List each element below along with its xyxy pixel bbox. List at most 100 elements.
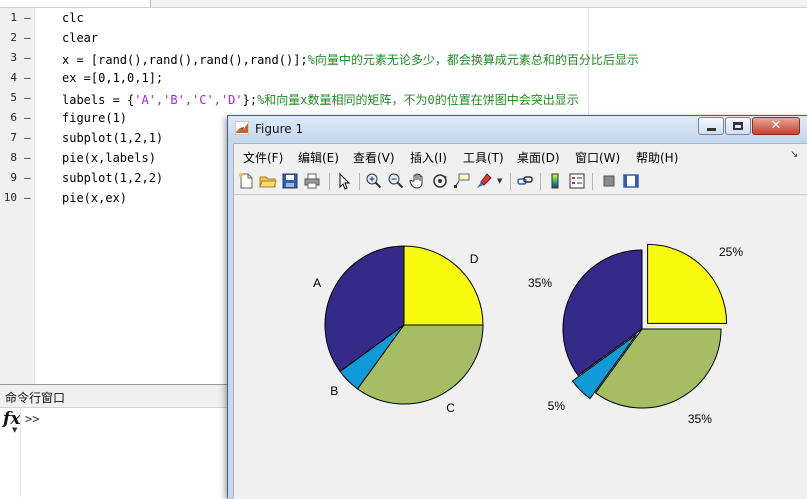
code-text[interactable]: subplot(1,2,1) xyxy=(62,131,163,145)
breakpoint-marker[interactable]: — xyxy=(24,111,31,124)
code-comment: %向量中的元素无论多少，都会换算成元素总和的百分比后显示 xyxy=(307,53,639,67)
code-text[interactable]: subplot(1,2,2) xyxy=(62,171,163,185)
menu-help[interactable]: 帮助(H) xyxy=(636,149,678,166)
menu-edit[interactable]: 编辑(E) xyxy=(298,149,339,166)
menu-insert[interactable]: 插入(I) xyxy=(410,149,447,166)
breakpoint-marker[interactable]: — xyxy=(24,31,31,44)
save-icon[interactable] xyxy=(281,172,299,190)
breakpoint-marker[interactable]: — xyxy=(24,91,31,104)
editor-tab-strip xyxy=(0,0,807,8)
menu-file[interactable]: 文件(F) xyxy=(243,149,283,166)
figure-canvas[interactable]: A B C D 35% 5% 35% 25% xyxy=(234,195,807,499)
breakpoint-marker[interactable]: — xyxy=(24,191,31,204)
colorbar-icon[interactable] xyxy=(546,172,564,190)
pie-label: D xyxy=(470,252,479,266)
maximize-button[interactable] xyxy=(725,117,751,135)
close-button[interactable]: ✕ xyxy=(752,117,800,135)
code-line[interactable]: 4 — ex =[0,1,0,1]; xyxy=(0,68,807,88)
code-line[interactable]: 3 — x = [rand(),rand(),rand(),rand()];%向量中… xyxy=(0,48,807,68)
pan-hand-icon[interactable] xyxy=(409,172,427,190)
breakpoint-marker[interactable]: — xyxy=(24,71,31,84)
breakpoint-marker[interactable]: — xyxy=(24,11,31,24)
menu-window[interactable]: 窗口(W) xyxy=(575,149,620,166)
line-number: 3 xyxy=(10,51,17,64)
code-text[interactable]: clc xyxy=(62,11,84,25)
menu-bar: 文件(F) 编辑(E) 查看(V) 插入(I) 工具(T) 桌面(D) 窗口(W… xyxy=(234,144,807,168)
line-number: 6 xyxy=(10,111,17,124)
legend-icon[interactable] xyxy=(568,172,586,190)
code-line[interactable]: 2 — clear xyxy=(0,28,807,48)
command-prompt[interactable]: >> xyxy=(25,412,39,426)
open-folder-icon[interactable] xyxy=(259,172,277,190)
line-number: 7 xyxy=(10,131,17,144)
rotate-3d-icon[interactable] xyxy=(431,172,449,190)
breakpoint-marker[interactable]: — xyxy=(24,171,31,184)
code-text[interactable]: labels = {'A','B','C','D'};%和向量x数量相同的矩阵，… xyxy=(62,91,579,108)
pie-charts: A B C D 35% 5% 35% 25% xyxy=(313,243,743,426)
code-body: figure(1) xyxy=(62,111,128,125)
pie-label: 5% xyxy=(548,399,566,413)
new-file-icon[interactable] xyxy=(237,172,255,190)
pie-label: B xyxy=(330,384,338,398)
hide-plot-tools-icon[interactable] xyxy=(600,172,618,190)
line-number: 5 xyxy=(10,91,17,104)
code-text[interactable]: clear xyxy=(62,31,98,45)
command-window-title: 命令行窗口 xyxy=(5,391,66,405)
zoom-in-icon[interactable] xyxy=(365,172,383,190)
editor-tab[interactable] xyxy=(0,0,151,7)
code-line[interactable]: 1 — clc xyxy=(0,8,807,28)
toolbar-separator xyxy=(359,173,360,190)
figure-window[interactable]: Figure 1 ✕ 文件(F) 编辑(E) 查看(V) 插入(I) 工具(T)… xyxy=(227,115,807,499)
zoom-out-icon[interactable] xyxy=(387,172,405,190)
figure-title: Figure 1 xyxy=(255,122,304,136)
menubar-overflow-icon[interactable]: ↘ xyxy=(790,149,798,160)
line-number: 8 xyxy=(10,151,17,164)
code-line[interactable]: 5 — labels = {'A','B','C','D'};%和向量x数量相同的矩… xyxy=(0,88,807,108)
breakpoint-marker[interactable]: — xyxy=(24,131,31,144)
maximize-icon xyxy=(733,122,743,130)
pie-label: C xyxy=(446,401,455,415)
toolbar-separator xyxy=(540,173,541,190)
line-number: 4 xyxy=(10,71,17,84)
code-text[interactable]: x = [rand(),rand(),rand(),rand()];%向量中的元… xyxy=(62,51,639,68)
toolbar-separator xyxy=(592,173,593,190)
chevron-down-icon[interactable]: ▼ xyxy=(497,177,505,195)
code-body: clear xyxy=(62,31,99,45)
code-body: x = [rand(),rand(),rand(),rand()]; xyxy=(62,53,308,67)
minimize-icon xyxy=(707,128,716,131)
figure-titlebar[interactable]: Figure 1 ✕ xyxy=(228,116,807,142)
toolbar-separator xyxy=(329,173,330,190)
data-cursor-icon[interactable] xyxy=(453,172,471,190)
pie-label: 35% xyxy=(688,412,712,426)
line-number: 2 xyxy=(10,31,17,44)
chevron-down-icon[interactable]: ▼ xyxy=(12,426,17,434)
line-number: 10 xyxy=(3,191,17,204)
pie-label: A xyxy=(313,276,321,290)
menu-view[interactable]: 查看(V) xyxy=(353,149,395,166)
code-body-post: }; xyxy=(242,93,258,107)
code-text[interactable]: pie(x,ex) xyxy=(62,191,127,205)
brush-icon[interactable] xyxy=(475,172,493,190)
figure-client-area: 文件(F) 编辑(E) 查看(V) 插入(I) 工具(T) 桌面(D) 窗口(W… xyxy=(233,143,807,499)
pointer-icon[interactable] xyxy=(335,172,353,190)
menu-desktop[interactable]: 桌面(D) xyxy=(517,149,560,166)
code-text[interactable]: figure(1) xyxy=(62,111,127,125)
toolbar-separator xyxy=(510,173,511,190)
matlab-logo-icon xyxy=(235,121,249,135)
code-body: ex =[0,1,0,1]; xyxy=(62,71,164,85)
command-divider xyxy=(20,407,21,497)
menu-tools[interactable]: 工具(T) xyxy=(463,149,504,166)
code-body: subplot(1,2,2) xyxy=(62,171,164,185)
close-icon: ✕ xyxy=(770,118,782,133)
code-string: 'A','B','C','D' xyxy=(134,93,243,107)
code-body: labels = { xyxy=(62,93,135,107)
breakpoint-marker[interactable]: — xyxy=(24,151,31,164)
code-text[interactable]: pie(x,labels) xyxy=(62,151,156,165)
show-plot-tools-icon[interactable] xyxy=(622,172,640,190)
code-text[interactable]: ex =[0,1,0,1]; xyxy=(62,71,163,85)
link-plot-icon[interactable] xyxy=(516,172,534,190)
minimize-button[interactable] xyxy=(698,117,724,135)
code-body: pie(x,labels) xyxy=(62,151,156,165)
print-icon[interactable] xyxy=(303,172,321,190)
breakpoint-marker[interactable]: — xyxy=(24,51,31,64)
